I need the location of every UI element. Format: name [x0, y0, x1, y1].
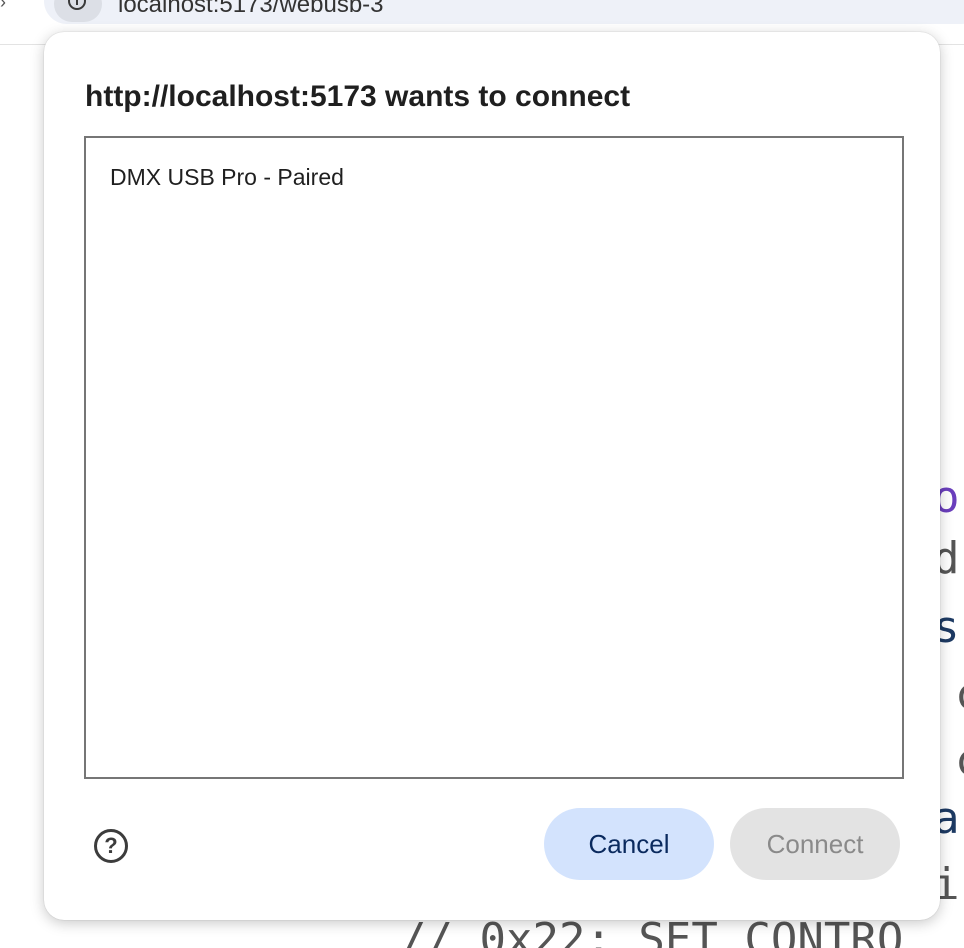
- site-info-button[interactable]: [54, 0, 102, 22]
- help-circle-icon[interactable]: ?: [94, 829, 128, 863]
- code-fragment: c: [955, 739, 964, 783]
- url-text[interactable]: localhost:5173/webusb-3: [118, 0, 384, 19]
- webusb-device-chooser-dialog: http://localhost:5173 wants to connect D…: [44, 32, 940, 920]
- info-icon: [68, 0, 86, 10]
- device-list-item[interactable]: DMX USB Pro - Paired: [110, 164, 344, 191]
- code-fragment: .: [955, 413, 964, 457]
- code-fragment: // 0x22: SET_CONTRO: [400, 914, 904, 948]
- address-bar[interactable]: localhost:5173/webusb-3: [44, 0, 964, 24]
- device-list[interactable]: DMX USB Pro - Paired: [84, 136, 904, 779]
- connect-button[interactable]: Connect: [730, 808, 900, 880]
- dialog-title: http://localhost:5173 wants to connect: [85, 80, 631, 113]
- cancel-button[interactable]: Cancel: [544, 808, 714, 880]
- code-fragment: c: [955, 673, 964, 717]
- forward-arrow-icon[interactable]: ›: [0, 0, 6, 13]
